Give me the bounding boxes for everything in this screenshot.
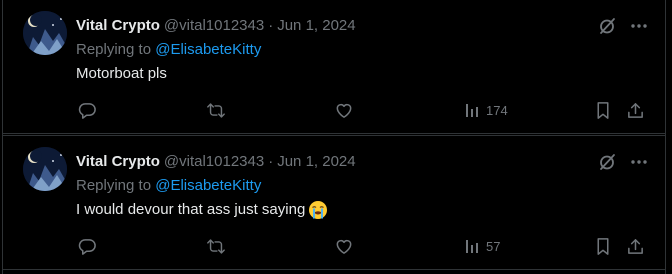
- repost-button[interactable]: [206, 98, 226, 122]
- tweet-header: Vital Crypto @vital1012343 · Jun 1, 2024: [76, 152, 356, 172]
- more-icon[interactable]: [629, 16, 649, 36]
- grok-icon[interactable]: [597, 152, 617, 172]
- like-button[interactable]: [334, 234, 354, 258]
- repost-icon: [206, 237, 226, 256]
- share-icon: [626, 101, 645, 120]
- mention-link[interactable]: @ElisabeteKitty: [155, 177, 261, 194]
- views-button[interactable]: 174: [464, 98, 508, 122]
- repost-button[interactable]: [206, 234, 226, 258]
- display-name[interactable]: Vital Crypto: [76, 17, 160, 34]
- share-button[interactable]: [626, 234, 645, 258]
- bookmark-icon: [594, 237, 612, 256]
- views-icon: [464, 237, 482, 255]
- views-count: 57: [486, 238, 501, 254]
- tweet-text-content: I would devour that ass just saying: [76, 201, 306, 218]
- tweet[interactable]: Vital Crypto @vital1012343 · Jun 1, 2024 Re…: [3, 135, 665, 270]
- separator: ·: [268, 153, 274, 170]
- replying-to: Replying to @ElisabeteKitty: [76, 40, 261, 60]
- reply-icon: [78, 101, 97, 120]
- bookmark-icon: [594, 101, 612, 120]
- timestamp[interactable]: Jun 1, 2024: [277, 153, 355, 170]
- tweet-actions: 57: [76, 234, 651, 258]
- reply-icon: [78, 237, 97, 256]
- replying-to: Replying to @ElisabeteKitty: [76, 176, 261, 196]
- tweet-actions: 174: [76, 98, 651, 122]
- like-button[interactable]: [334, 98, 354, 122]
- loudly-crying-face-icon: [308, 200, 328, 220]
- tweet-text-content: Motorboat pls: [76, 65, 167, 82]
- grok-icon[interactable]: [597, 16, 617, 36]
- tweet-top-actions: [597, 16, 649, 36]
- separator: ·: [268, 17, 274, 34]
- replying-prefix: Replying to: [76, 41, 152, 58]
- more-icon[interactable]: [629, 152, 649, 172]
- views-count: 174: [486, 102, 508, 118]
- views-icon: [464, 101, 482, 119]
- like-icon: [334, 101, 354, 120]
- share-icon: [626, 237, 645, 256]
- avatar[interactable]: [23, 11, 67, 55]
- reply-button[interactable]: [78, 234, 97, 258]
- display-name[interactable]: Vital Crypto: [76, 153, 160, 170]
- reply-thread: Vital Crypto @vital1012343 · Jun 1, 2024 Re…: [2, 0, 666, 274]
- avatar[interactable]: [23, 147, 67, 191]
- repost-icon: [206, 101, 226, 120]
- timestamp[interactable]: Jun 1, 2024: [277, 17, 355, 34]
- bookmark-button[interactable]: [594, 98, 612, 122]
- like-icon: [334, 237, 354, 256]
- bookmark-button[interactable]: [594, 234, 612, 258]
- user-handle[interactable]: @vital1012343: [164, 153, 264, 170]
- tweet-header: Vital Crypto @vital1012343 · Jun 1, 2024: [76, 16, 356, 36]
- tweet-text: Motorboat pls: [76, 64, 167, 84]
- views-button[interactable]: 57: [464, 234, 500, 258]
- tweet[interactable]: Vital Crypto @vital1012343 · Jun 1, 2024 Re…: [3, 0, 665, 134]
- share-button[interactable]: [626, 98, 645, 122]
- replying-prefix: Replying to: [76, 177, 152, 194]
- tweet-top-actions: [597, 152, 649, 172]
- tweet-text: I would devour that ass just saying: [76, 200, 328, 220]
- user-handle[interactable]: @vital1012343: [164, 17, 264, 34]
- mention-link[interactable]: @ElisabeteKitty: [155, 41, 261, 58]
- reply-button[interactable]: [78, 98, 97, 122]
